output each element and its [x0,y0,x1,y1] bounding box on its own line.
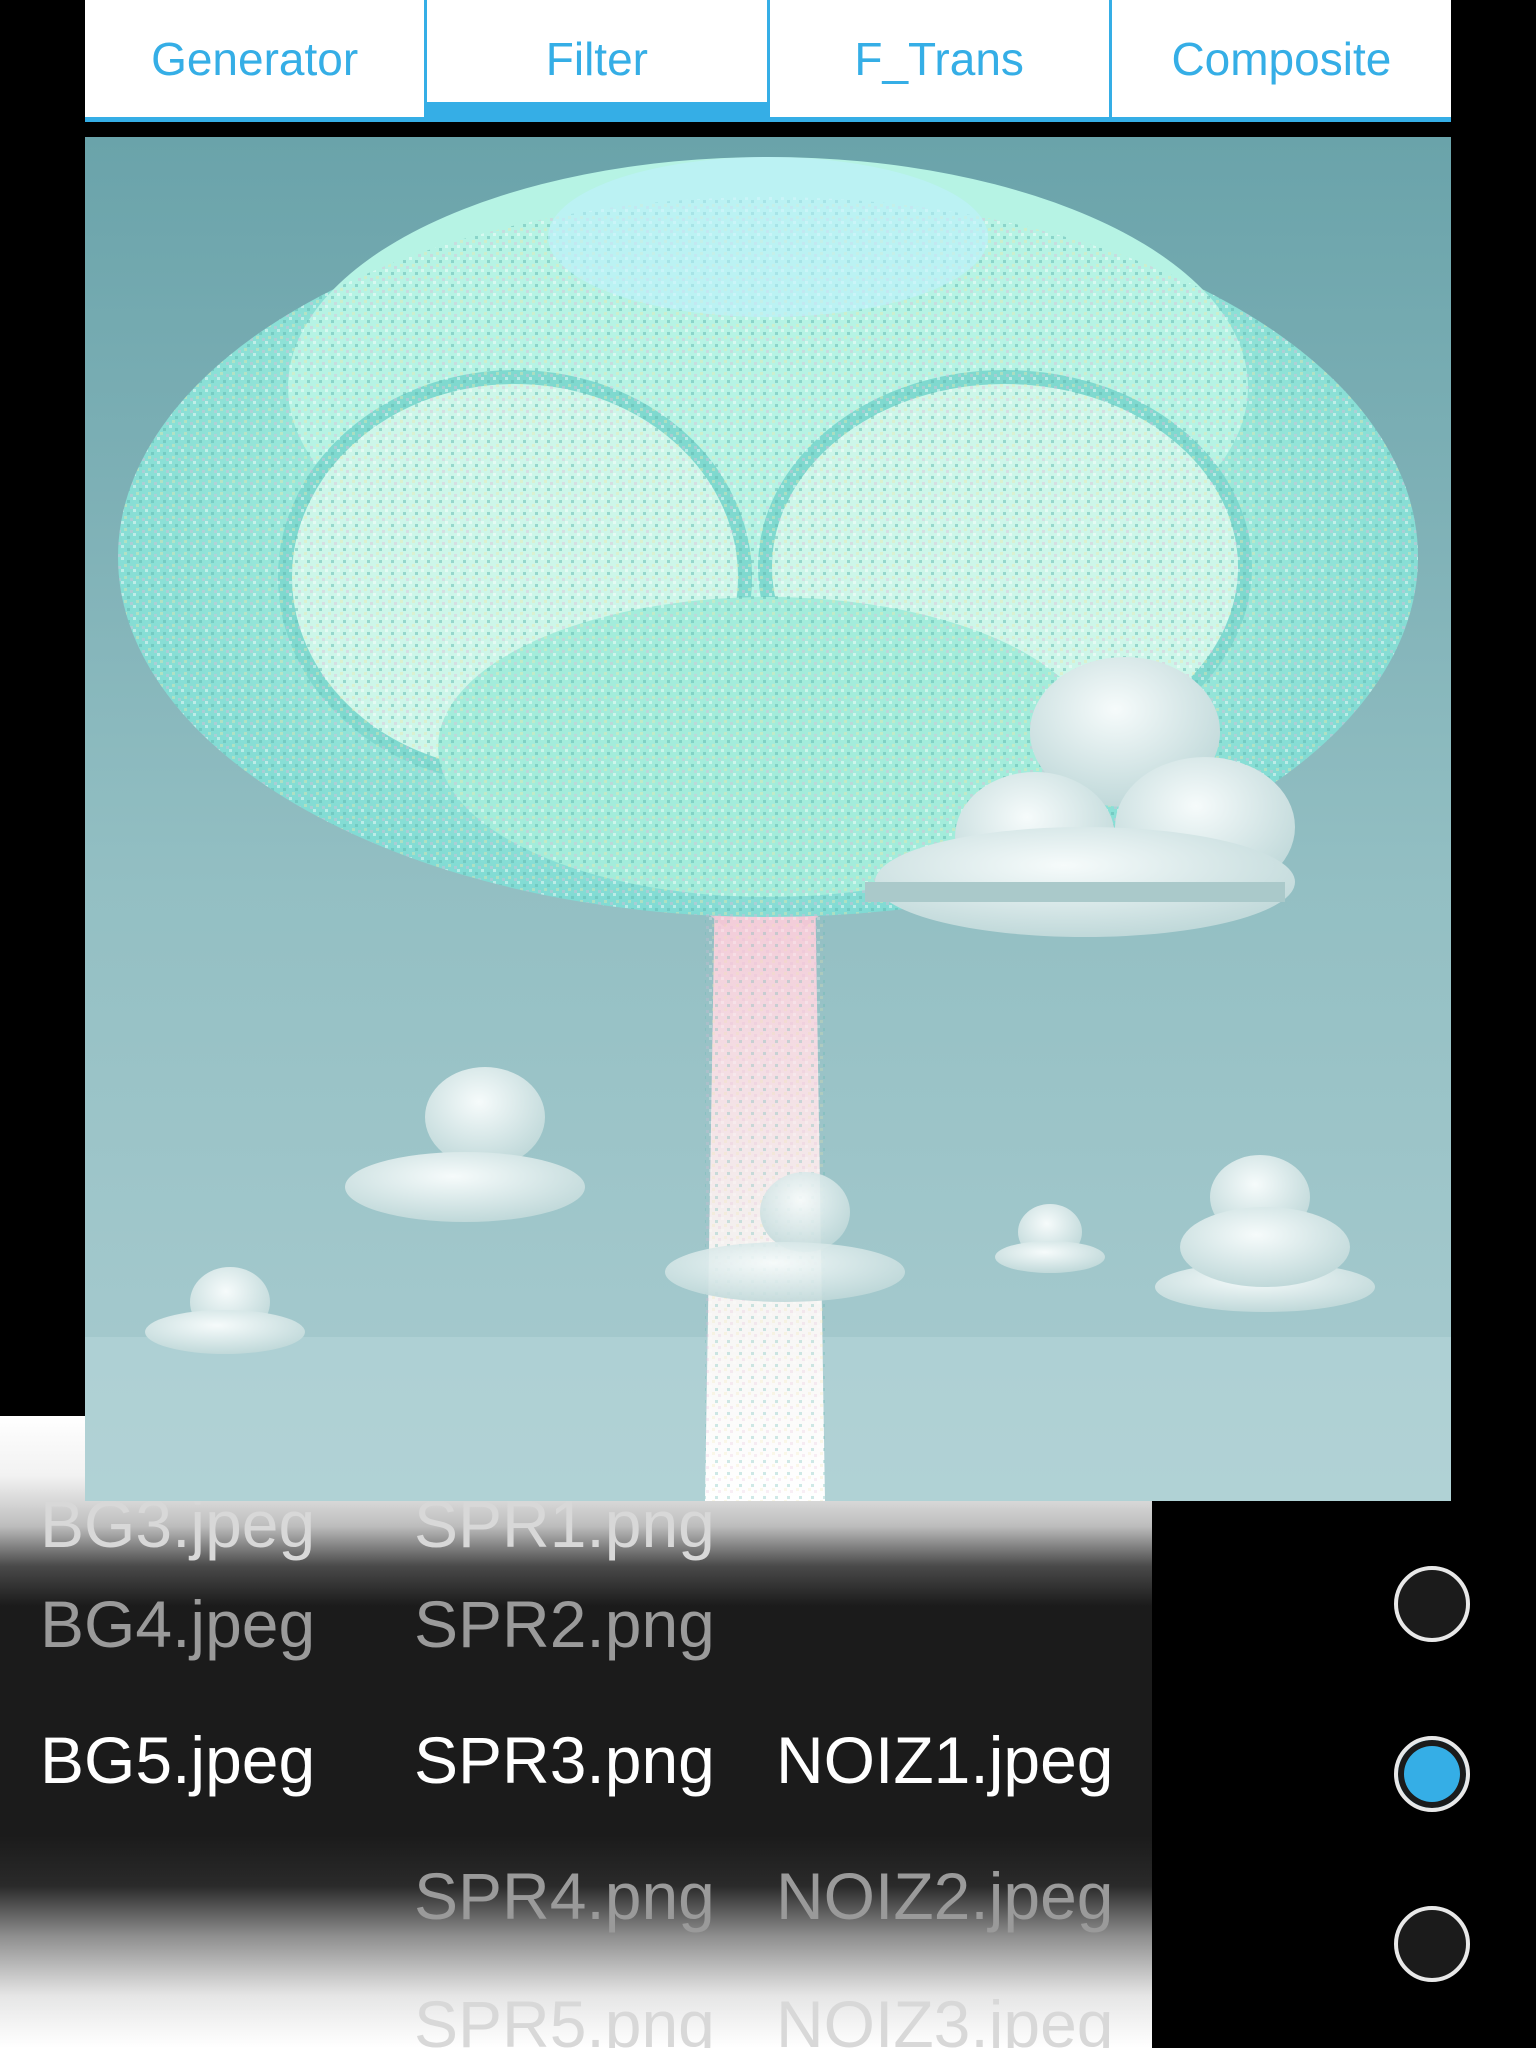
picker-option-spr2[interactable]: SPR2.png [414,1584,715,1664]
picker-option-spr3[interactable]: SPR3.png [414,1720,715,1800]
radio-option-1[interactable] [1394,1566,1470,1642]
filtered-image [85,137,1451,1501]
picker-option-spr5[interactable]: SPR5.png [414,1984,715,2048]
radio-option-3[interactable] [1394,1906,1470,1982]
picker-option-noiz1[interactable]: NOIZ1.jpeg [776,1720,1113,1800]
radio-option-2[interactable] [1394,1736,1470,1812]
tab-composite[interactable]: Composite [1112,0,1451,117]
tab-filter[interactable]: Filter [427,0,770,122]
picker-option-bg5[interactable]: BG5.jpeg [40,1720,315,1800]
picker-option-spr4[interactable]: SPR4.png [414,1856,715,1936]
file-picker[interactable]: BG3.jpeg BG4.jpeg BG5.jpeg SPR1.png SPR2… [0,1416,1152,2048]
tab-generator[interactable]: Generator [85,0,428,117]
tab-f-trans[interactable]: F_Trans [770,0,1112,117]
tab-bar: Generator Filter F_Trans Composite [85,0,1451,122]
tab-divider [85,122,1451,132]
picker-option-noiz3[interactable]: NOIZ3.jpeg [776,1984,1113,2048]
picker-option-noiz2[interactable]: NOIZ2.jpeg [776,1856,1113,1936]
tree-clouds-illustration [85,137,1451,1501]
picker-option-bg4[interactable]: BG4.jpeg [40,1584,315,1664]
